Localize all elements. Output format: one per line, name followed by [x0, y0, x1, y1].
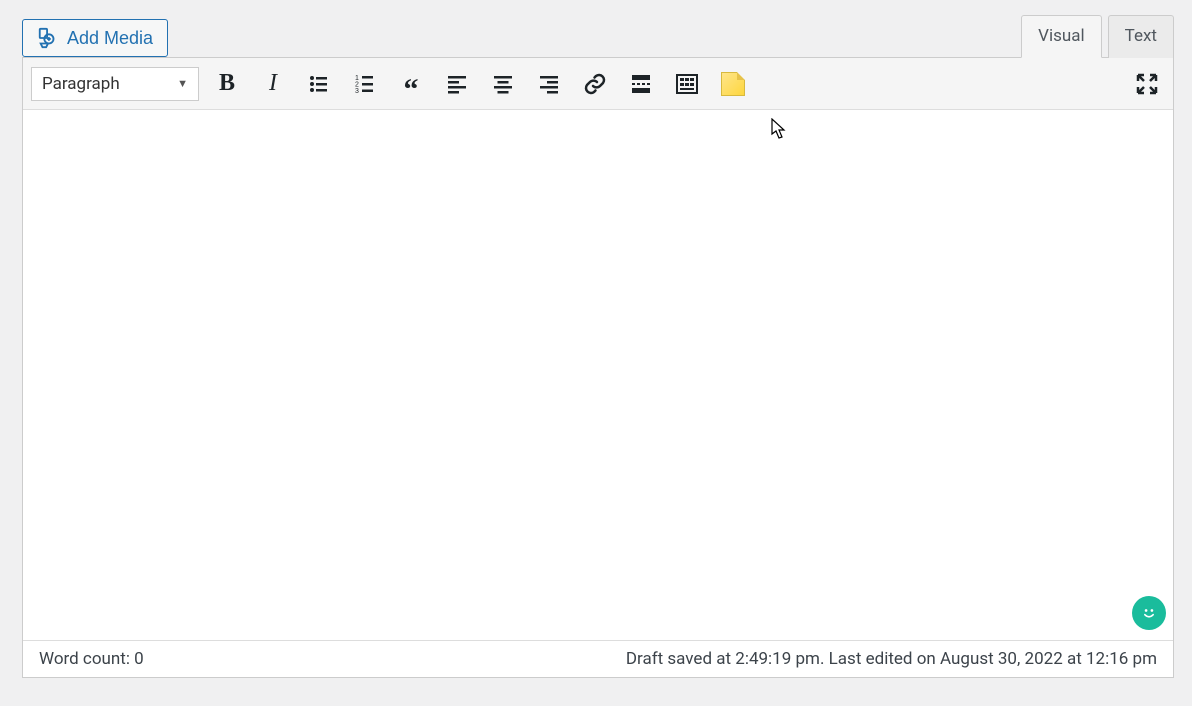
add-media-label: Add Media: [67, 28, 153, 49]
sticky-note-icon: [721, 72, 745, 96]
sticky-note-button[interactable]: [715, 66, 751, 102]
format-label: Paragraph: [42, 74, 120, 94]
blockquote-icon: “: [404, 85, 419, 95]
editor-content[interactable]: [23, 110, 1173, 640]
fullscreen-icon: [1135, 72, 1159, 96]
bold-button[interactable]: B: [209, 66, 245, 102]
svg-text:3: 3: [355, 88, 359, 95]
format-select[interactable]: Paragraph ▼: [31, 67, 199, 101]
editor-toolbar: Paragraph ▼ B I 1 2 3 “: [23, 58, 1173, 110]
read-more-button[interactable]: [623, 66, 659, 102]
link-icon: [583, 72, 607, 96]
italic-button[interactable]: I: [255, 66, 291, 102]
align-right-icon: [537, 72, 561, 96]
bold-icon: B: [219, 70, 235, 97]
word-count: Word count: 0: [39, 649, 144, 669]
tab-visual[interactable]: Visual: [1021, 15, 1101, 58]
align-left-button[interactable]: [439, 66, 475, 102]
align-center-button[interactable]: [485, 66, 521, 102]
feedback-button[interactable]: [1132, 596, 1166, 630]
tab-text[interactable]: Text: [1108, 15, 1174, 58]
status-bar: Word count: 0 Draft saved at 2:49:19 pm.…: [23, 640, 1173, 677]
align-left-icon: [445, 72, 469, 96]
media-icon: [37, 27, 59, 49]
blockquote-button[interactable]: “: [393, 66, 429, 102]
smiley-icon: [1139, 603, 1159, 623]
bulleted-list-icon: [307, 72, 331, 96]
fullscreen-button[interactable]: [1129, 66, 1165, 102]
editor: Paragraph ▼ B I 1 2 3 “: [22, 57, 1174, 678]
align-right-button[interactable]: [531, 66, 567, 102]
align-center-icon: [491, 72, 515, 96]
numbered-list-button[interactable]: 1 2 3: [347, 66, 383, 102]
chevron-down-icon: ▼: [177, 77, 188, 90]
italic-icon: I: [269, 70, 277, 97]
toggle-toolbar-button[interactable]: [669, 66, 705, 102]
bulleted-list-button[interactable]: [301, 66, 337, 102]
save-info: Draft saved at 2:49:19 pm. Last edited o…: [626, 649, 1157, 669]
numbered-list-icon: 1 2 3: [353, 72, 377, 96]
link-button[interactable]: [577, 66, 613, 102]
add-media-button[interactable]: Add Media: [22, 19, 168, 57]
read-more-icon: [629, 72, 653, 96]
editor-tabs: Visual Text: [1021, 14, 1174, 57]
toolbar-toggle-icon: [675, 72, 699, 96]
